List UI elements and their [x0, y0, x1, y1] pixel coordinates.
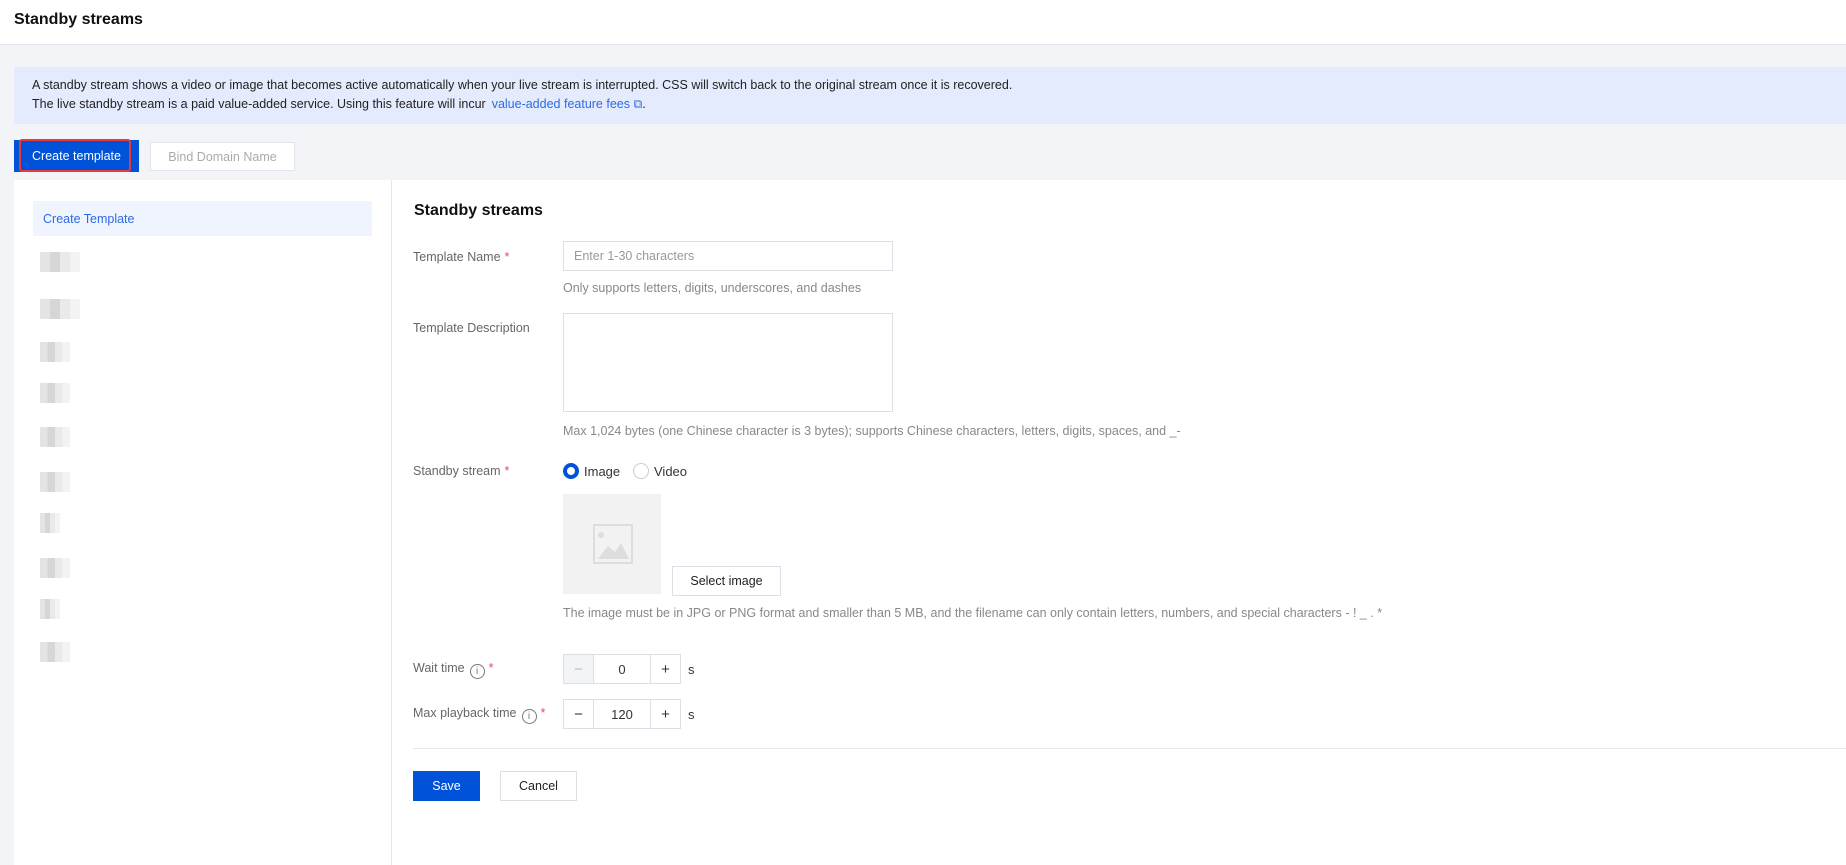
image-placeholder-icon — [593, 524, 633, 564]
info-icon[interactable]: i — [469, 664, 485, 679]
blurred-list-item[interactable] — [40, 299, 80, 319]
decrement-button[interactable]: − — [564, 700, 594, 728]
max-playback-stepper: − 120 + — [563, 699, 681, 729]
blurred-list-item[interactable] — [40, 252, 80, 272]
blurred-list-item[interactable] — [40, 599, 60, 619]
image-hint: The image must be in JPG or PNG format a… — [563, 606, 1383, 620]
decrement-button[interactable]: − — [564, 655, 594, 683]
info-banner: A standby stream shows a video or image … — [14, 67, 1846, 124]
increment-button[interactable]: + — [650, 700, 680, 728]
blurred-list-item[interactable] — [40, 472, 70, 492]
save-button[interactable]: Save — [413, 771, 480, 801]
radio-image[interactable]: Image — [563, 463, 620, 479]
template-name-input[interactable] — [563, 241, 893, 271]
blurred-list-item[interactable] — [40, 558, 70, 578]
wait-time-unit: s — [688, 662, 695, 677]
template-name-label: Template Name * — [413, 250, 510, 264]
template-description-textarea[interactable] — [563, 313, 893, 412]
select-image-button[interactable]: Select image — [672, 566, 781, 596]
page-title: Standby streams — [14, 11, 143, 28]
radio-checked-icon — [563, 463, 579, 479]
max-playback-unit: s — [688, 707, 695, 722]
blurred-list-item[interactable] — [40, 383, 70, 403]
banner-line-1: A standby stream shows a video or image … — [32, 78, 1013, 92]
increment-button[interactable]: + — [650, 655, 680, 683]
max-playback-value[interactable]: 120 — [594, 700, 650, 728]
info-icon[interactable]: i — [521, 709, 537, 724]
template-description-hint: Max 1,024 bytes (one Chinese character i… — [563, 424, 1181, 438]
standby-stream-label: Standby stream * — [413, 464, 510, 478]
highlight-box — [19, 139, 131, 172]
image-preview — [563, 494, 661, 594]
blurred-list-item[interactable] — [40, 342, 70, 362]
form-title: Standby streams — [414, 202, 543, 219]
feature-fees-link[interactable]: value-added feature fees ⧉ — [492, 97, 643, 111]
blurred-list-item[interactable] — [40, 513, 60, 533]
blurred-list-item[interactable] — [40, 642, 70, 662]
template-description-label: Template Description — [413, 321, 530, 335]
wait-time-value[interactable]: 0 — [594, 655, 650, 683]
bind-domain-button[interactable]: Bind Domain Name — [150, 142, 295, 171]
template-name-hint: Only supports letters, digits, underscor… — [563, 281, 862, 295]
template-list — [14, 180, 392, 865]
wait-time-stepper: − 0 + — [563, 654, 681, 684]
max-playback-label: Max playback time i * — [413, 706, 546, 724]
page-header: Standby streams — [0, 0, 1846, 45]
wait-time-label: Wait time i * — [413, 661, 494, 679]
banner-line-2: The live standby stream is a paid value-… — [32, 97, 486, 111]
radio-unchecked-icon — [633, 463, 649, 479]
divider — [413, 748, 1846, 749]
blurred-list-item[interactable] — [40, 427, 70, 447]
list-item-create-template[interactable]: Create Template — [33, 201, 372, 236]
cancel-button[interactable]: Cancel — [500, 771, 577, 801]
radio-video[interactable]: Video — [633, 463, 687, 479]
create-template-button[interactable]: Create template — [14, 139, 139, 172]
